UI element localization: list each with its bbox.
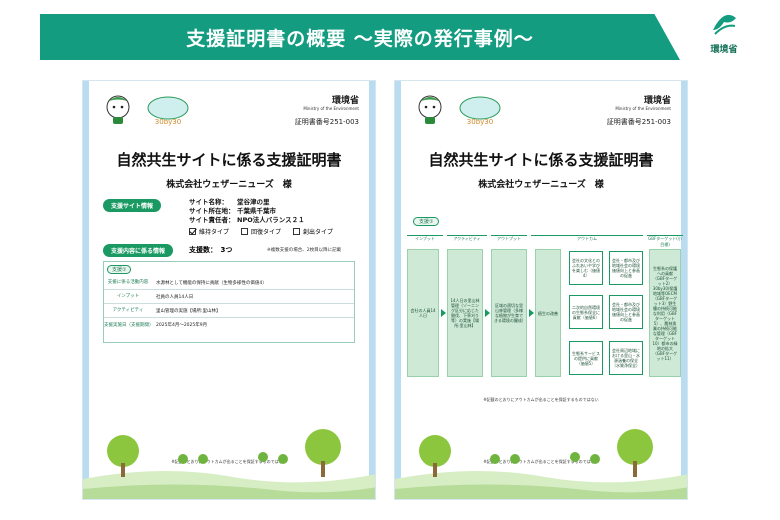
ministry-logo: 環境省 bbox=[694, 12, 754, 60]
flow-box-input: 会社の人員14人日 bbox=[407, 249, 439, 377]
doc-ministry-logo: 環境省 Ministry of the Environment bbox=[303, 93, 359, 111]
flow-head-outcome: アウトカム bbox=[531, 235, 643, 243]
certificate-title: 自然共生サイトに係る支援証明書 bbox=[428, 151, 654, 169]
arrow-icon bbox=[441, 309, 446, 317]
type-restore: 回復タイプ bbox=[241, 227, 281, 236]
certificate-title: 自然共生サイトに係る支援証明書 bbox=[116, 151, 342, 169]
landscape-illustration-icon bbox=[83, 429, 375, 499]
site-row: サイト名称： 堂谷津の里 bbox=[189, 198, 270, 206]
table-row: 支援に係る活動内容 水源林として機能の保持に貢献（生物多様性の価値4） bbox=[104, 276, 354, 290]
header-banner: 支援証明書の概要 ～実際の発行事例～ bbox=[40, 14, 680, 60]
flow-outcome-a2: 二次的自然環境の生態系保全に貢献（価値6） bbox=[569, 295, 603, 329]
support-count: 支援数： 3つ bbox=[189, 246, 233, 254]
table-row: 支援実施日（支援期間） 2025年4月～2025年9月 bbox=[104, 322, 208, 329]
type-create: 創出タイプ bbox=[293, 227, 333, 236]
flow-box-output: 区域の適切な里山林管理（多様な植物が生育できる環境の醸成） bbox=[491, 249, 527, 377]
doc-ministry-en: Ministry of the Environment bbox=[303, 106, 359, 111]
svg-text:30by30: 30by30 bbox=[467, 118, 493, 126]
flow-outcome-a1: 会社の文化とのふれあいや学びを楽しむ（価値4） bbox=[569, 251, 603, 285]
flow-box-activity: 14人日の里山林管理（ゾーニング区分に応じた間伐、下草刈り等）の実施【場所:里山… bbox=[447, 249, 483, 377]
arrow-icon bbox=[529, 309, 534, 317]
doc-ministry-name: 環境省 bbox=[643, 96, 671, 106]
site-type-checks: 維持タイプ 回復タイプ 創出タイプ bbox=[189, 227, 333, 236]
certificate-right: 30by30 環境省 Ministry of the Environment 証… bbox=[394, 80, 688, 500]
section-site-info: 支援サイト情報 bbox=[103, 199, 162, 212]
support-table: 支援に係る活動内容 水源林として機能の保持に貢献（生物多様性の価値4） インプット… bbox=[103, 261, 355, 343]
leaf-logo-icon bbox=[713, 14, 736, 35]
type-maintain: 維持タイプ bbox=[189, 227, 229, 236]
landscape-illustration-icon bbox=[395, 429, 687, 499]
mascot-icon bbox=[418, 95, 442, 124]
site-info-block: サイト名称： 堂谷津の里 サイト所在地： 千葉県千葉市 サイト責任者： NPO法人バラ… bbox=[189, 198, 305, 225]
30by30-emblem-icon: 30by30 bbox=[147, 96, 189, 126]
flow-tag: 支援① bbox=[413, 217, 440, 226]
flow-note: ※記載のとおりにアウトカムが出ることを保証するものではない bbox=[483, 397, 599, 402]
table-row: インプット 社員の人員14人日 bbox=[104, 290, 354, 304]
ministry-logo-text: 環境省 bbox=[710, 45, 738, 55]
flow-box-mid: 植生の改善 bbox=[535, 249, 561, 377]
doc-ministry-logo: 環境省 Ministry of the Environment bbox=[615, 93, 671, 111]
flow-outcome-b3: 会社周辺地域における里山・水源涵養の保全（水質浄保全） bbox=[609, 341, 643, 375]
table-tag-row bbox=[104, 262, 354, 276]
flow-outcome-a3: 生態系サービスの提供に貢献（価値5） bbox=[569, 341, 603, 375]
site-row: サイト所在地： 千葉県千葉市 bbox=[189, 207, 276, 215]
arrow-icon bbox=[485, 309, 490, 317]
flow-box-gbf: 生態系の保護への貢献（GBFターゲット2）30by30/保護地域等OECM（GB… bbox=[649, 249, 681, 377]
flow-head-input: インプット bbox=[407, 235, 443, 243]
flow-head-activity: アクティビティ bbox=[447, 235, 487, 243]
svg-text:30by30: 30by30 bbox=[155, 118, 181, 126]
page-title: 支援証明書の概要 ～実際の発行事例～ bbox=[186, 27, 534, 50]
support-note: ※複数支援の場合、2枚目以降に記載 bbox=[267, 248, 342, 253]
checkbox-empty-icon bbox=[241, 228, 249, 235]
certificate-company: 株式会社ウェザーニューズ 様 bbox=[166, 180, 292, 190]
checkbox-empty-icon bbox=[293, 228, 301, 235]
support-tag: 支援① bbox=[107, 265, 132, 274]
certificate-number: 証明書番号251-003 bbox=[294, 118, 359, 126]
certificate-number: 証明書番号251-003 bbox=[606, 118, 671, 126]
doc-ministry-name: 環境省 bbox=[331, 96, 359, 106]
flow-outcome-b1: 会社・都市及び地域社会の環境価値向上と参画の促進 bbox=[609, 251, 643, 285]
table-row: アクティビティ 里山管理の実施【場所:里山林】 bbox=[104, 304, 354, 318]
flow-head-output: アウトプット bbox=[491, 235, 527, 243]
checkbox-checked-icon bbox=[189, 228, 196, 235]
flow-outcome-b2: 会社・都市及び地域社会の環境価値向上と参画の促進 bbox=[609, 295, 643, 329]
doc-ministry-en: Ministry of the Environment bbox=[615, 106, 671, 111]
flow-head-gbf: GBFターゲット(小目標) bbox=[647, 235, 683, 247]
mascot-icon bbox=[106, 95, 130, 124]
section-support-info: 支援内容に係る情報 bbox=[103, 244, 174, 257]
site-row: サイト責任者： NPO法人バランス２１ bbox=[189, 216, 305, 224]
certificate-company: 株式会社ウェザーニューズ 様 bbox=[478, 180, 604, 190]
certificate-left: 30by30 環境省 Ministry of the Environment 証… bbox=[82, 80, 376, 500]
30by30-emblem-icon: 30by30 bbox=[459, 96, 501, 126]
